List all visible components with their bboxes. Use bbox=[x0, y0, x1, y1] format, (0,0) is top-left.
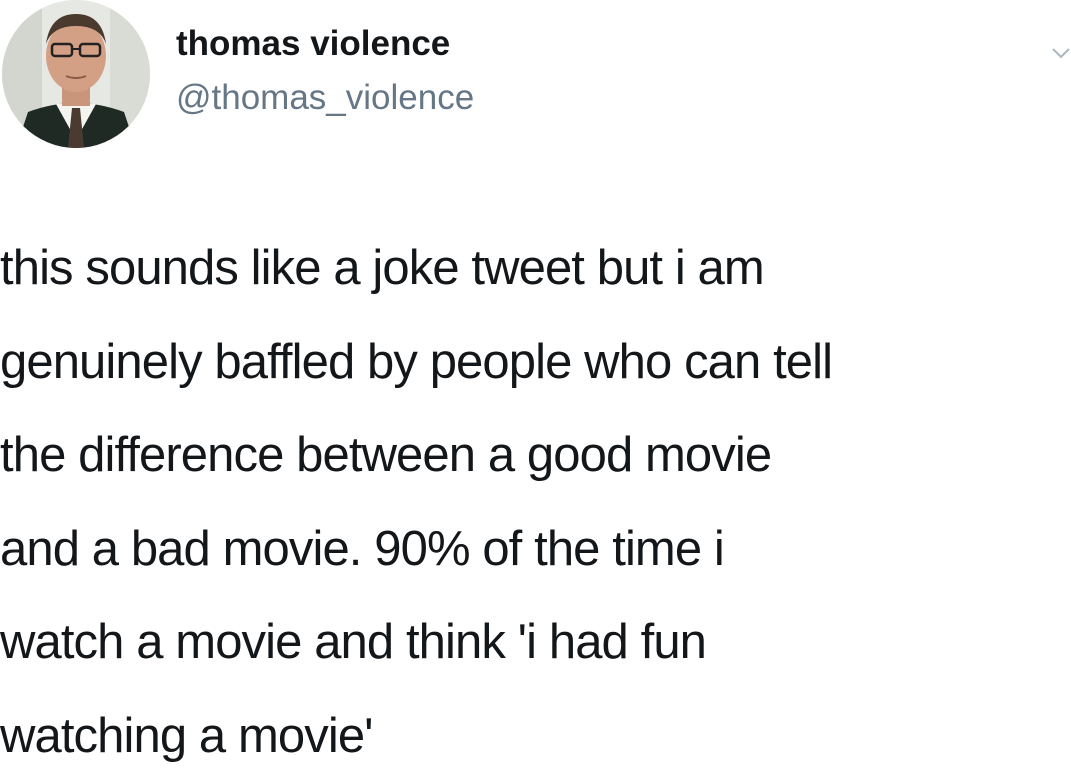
tweet-line: watch a movie and think 'i had fun bbox=[0, 615, 707, 669]
tweet-line: and a bad movie. 90% of the time i bbox=[0, 521, 725, 576]
author-handle[interactable]: @thomas_violence bbox=[176, 78, 474, 118]
author-display-name[interactable]: thomas violence bbox=[176, 24, 450, 64]
tweet-text: this sounds like a joke tweet but i am g… bbox=[0, 222, 1071, 768]
avatar[interactable] bbox=[2, 0, 150, 148]
chevron-down-icon[interactable] bbox=[1050, 42, 1071, 64]
tweet-line: watching a movie' bbox=[0, 708, 374, 763]
tweet-line: the difference between a good movie bbox=[0, 428, 772, 482]
tweet-line: this sounds like a joke tweet but i am bbox=[0, 241, 765, 295]
tweet-line: genuinely baffled by people who can tell bbox=[0, 334, 833, 389]
tweet-card: thomas violence @thomas_violence this so… bbox=[0, 0, 1071, 768]
avatar-photo bbox=[2, 0, 150, 148]
